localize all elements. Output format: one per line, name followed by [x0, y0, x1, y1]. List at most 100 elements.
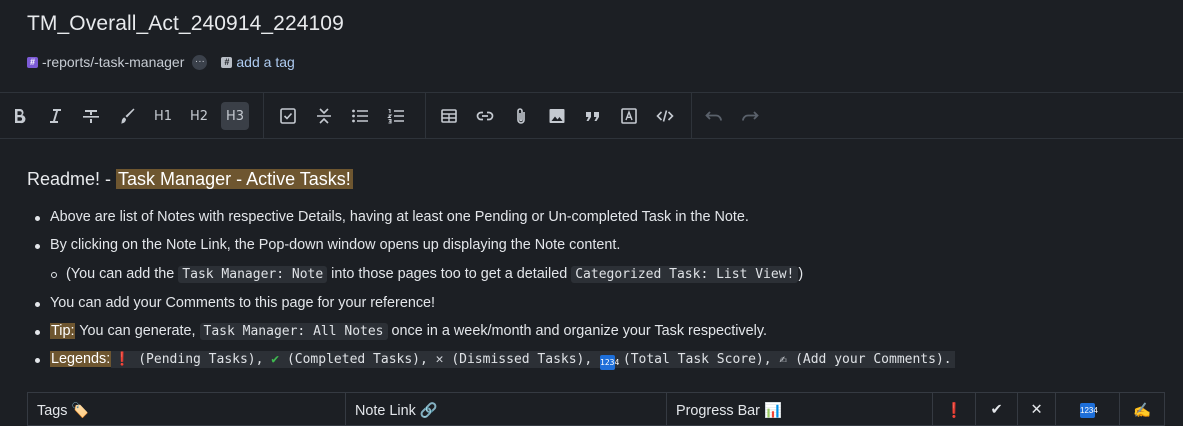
sub-text-a: (You can add the	[66, 266, 179, 282]
heading1-button[interactable]: H1	[149, 102, 177, 130]
image-button[interactable]	[543, 102, 571, 130]
link-button[interactable]	[471, 102, 499, 130]
legend-dismissed-text: (Dismissed Tasks),	[443, 352, 601, 367]
paperclip-icon	[517, 108, 525, 124]
highlight-button[interactable]	[113, 102, 141, 130]
bullet-dot	[35, 216, 40, 221]
legend-completed-text: (Completed Tasks),	[279, 352, 436, 367]
collapse-icon	[317, 108, 331, 124]
column-header-dismissed[interactable]: ✕	[1018, 393, 1056, 426]
column-header-note-link[interactable]: Note Link 🔗	[346, 393, 667, 426]
bullet-dot	[35, 358, 40, 363]
redo-button[interactable]	[736, 102, 764, 130]
heading2-button[interactable]: H2	[185, 102, 213, 130]
dismissed-header-icon: ✕	[1030, 402, 1043, 418]
list-item: By clicking on the Note Link, the Pop-do…	[35, 237, 621, 253]
heading-prefix: Readme! -	[27, 169, 117, 189]
sub-list-item: (You can add the Task Manager: Note into…	[51, 266, 804, 283]
numbered-list-button[interactable]	[382, 102, 410, 130]
tags-row: # -reports/-task-manager ··· # add a tag	[27, 52, 295, 72]
image-icon	[549, 109, 565, 123]
text-box-icon	[621, 108, 637, 124]
table-button[interactable]	[435, 102, 463, 130]
code-icon	[656, 110, 674, 122]
italic-icon	[50, 109, 61, 123]
text-box-button[interactable]	[615, 102, 643, 130]
bullet-dot	[35, 330, 40, 335]
list-item-text: By clicking on the Note Link, the Pop-do…	[50, 237, 621, 253]
editor-toolbar: H1 H2 H3	[0, 92, 1183, 139]
score-icon: 🔢1234	[600, 355, 619, 370]
note-content[interactable]: Readme! - Task Manager - Active Tasks! A…	[0, 139, 1183, 426]
list-item: You can add your Comments to this page f…	[35, 295, 436, 311]
bullet-dot	[35, 302, 40, 307]
undo-icon	[705, 111, 722, 121]
score-header-icon: 🔢1234	[1080, 402, 1098, 418]
heading-highlight: Task Manager - Active Tasks!	[116, 169, 353, 189]
bullet-ring	[51, 272, 57, 278]
readme-heading: Readme! - Task Manager - Active Tasks!	[27, 169, 353, 190]
legend-comment-text: (Add your Comments).	[787, 352, 952, 367]
tip-text-a: You can generate,	[75, 323, 200, 339]
tag-hash-icon: #	[27, 56, 38, 68]
checkbox-icon	[280, 108, 296, 124]
toolbar-divider	[691, 93, 692, 139]
sub-text-b: into those pages too to get a detailed	[327, 266, 572, 282]
tip-label: Tip:	[50, 323, 76, 339]
list-item: Above are list of Notes with respective …	[35, 209, 749, 225]
legends-code: ❗ (Pending Tasks), ✔ (Completed Tasks), …	[111, 351, 955, 370]
link-icon	[476, 111, 494, 121]
dismissed-icon: ✕	[435, 352, 444, 367]
checklist-button[interactable]	[274, 102, 302, 130]
bullet-list-button[interactable]	[346, 102, 374, 130]
collapse-button[interactable]	[310, 102, 338, 130]
inline-code: Task Manager: All Notes	[199, 323, 388, 340]
bold-icon	[15, 109, 26, 124]
list-item-tip: Tip: You can generate, Task Manager: All…	[35, 323, 767, 340]
column-header-completed[interactable]: ✔	[976, 393, 1018, 426]
list-item-legends: Legends: ❗ (Pending Tasks), ✔ (Completed …	[35, 351, 955, 370]
italic-button[interactable]	[41, 102, 69, 130]
more-tags-button[interactable]: ···	[192, 54, 208, 70]
column-header-comment[interactable]: ✍	[1120, 393, 1164, 426]
redo-icon	[742, 111, 759, 121]
legend-score-text: (Total Task Score),	[615, 352, 780, 367]
completed-icon: ✔	[271, 352, 280, 367]
toolbar-divider	[425, 93, 426, 139]
brush-icon	[121, 108, 135, 124]
pending-icon: ❗	[114, 352, 131, 367]
attachment-button[interactable]	[507, 102, 535, 130]
column-header-progress[interactable]: Progress Bar 📊	[667, 393, 933, 426]
note-title[interactable]: TM_Overall_Act_240914_224109	[27, 12, 344, 36]
bullet-list-icon	[352, 109, 368, 123]
numbered-list-icon	[387, 108, 404, 124]
strikethrough-button[interactable]	[77, 102, 105, 130]
inline-code: Categorized Task: List View!	[571, 266, 799, 283]
quote-icon	[586, 112, 599, 121]
strikethrough-icon	[83, 110, 99, 123]
column-header-pending[interactable]: ❗	[933, 393, 976, 426]
legends-label: Legends:	[50, 351, 112, 367]
add-tag-button[interactable]: # add a tag	[221, 54, 295, 70]
toolbar-divider	[263, 93, 264, 139]
tag-link[interactable]: -reports/-task-manager	[42, 54, 184, 70]
quote-button[interactable]	[579, 102, 607, 130]
add-tag-label: add a tag	[236, 54, 295, 70]
bullet-dot	[35, 244, 40, 249]
tip-text-b: once in a week/month and organize your T…	[387, 323, 767, 339]
task-table-header: Tags 🏷️ Note Link 🔗 Progress Bar 📊 ❗ ✔ ✕…	[27, 392, 1165, 426]
heading3-button[interactable]: H3	[221, 102, 249, 130]
column-header-score[interactable]: 🔢1234	[1056, 393, 1120, 426]
add-tag-hash-icon: #	[221, 56, 233, 68]
undo-button[interactable]	[700, 102, 728, 130]
note-header: TM_Overall_Act_240914_224109 # -reports/…	[0, 0, 1183, 92]
table-icon	[441, 109, 457, 123]
list-item-text: Above are list of Notes with respective …	[50, 209, 749, 225]
code-button[interactable]	[651, 102, 679, 130]
bold-button[interactable]	[5, 102, 33, 130]
legend-pending-text: (Pending Tasks),	[130, 352, 272, 367]
column-header-tags[interactable]: Tags 🏷️	[28, 393, 346, 426]
list-item-text: You can add your Comments to this page f…	[50, 295, 436, 311]
inline-code: Task Manager: Note	[178, 266, 328, 283]
sub-text-c: )	[798, 266, 804, 282]
